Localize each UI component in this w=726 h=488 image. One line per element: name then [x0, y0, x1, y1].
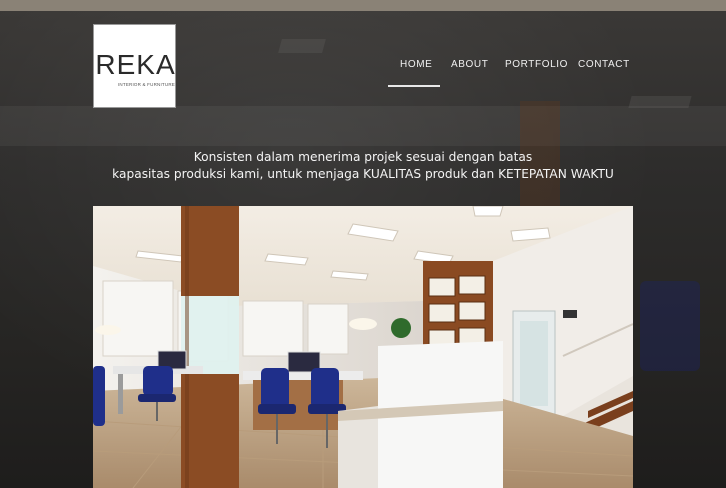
tagline-line-2: kapasitas produksi kami, untuk menjaga K…: [112, 167, 614, 181]
nav-portfolio[interactable]: PORTFOLIO: [505, 59, 568, 70]
tagline-line-1: Konsisten dalam menerima projek sesuai d…: [193, 150, 533, 164]
hero-image: [93, 206, 633, 488]
main-nav: HOME ABOUT PORTFOLIO CONTACT: [0, 59, 726, 89]
nav-contact[interactable]: CONTACT: [578, 59, 630, 70]
top-strip: [0, 0, 726, 11]
nav-active-underline: [388, 85, 440, 87]
nav-home[interactable]: HOME: [400, 59, 432, 70]
tagline: Konsisten dalam menerima projek sesuai d…: [0, 149, 726, 183]
office-interior-illustration: [93, 206, 633, 488]
nav-about[interactable]: ABOUT: [451, 59, 488, 70]
